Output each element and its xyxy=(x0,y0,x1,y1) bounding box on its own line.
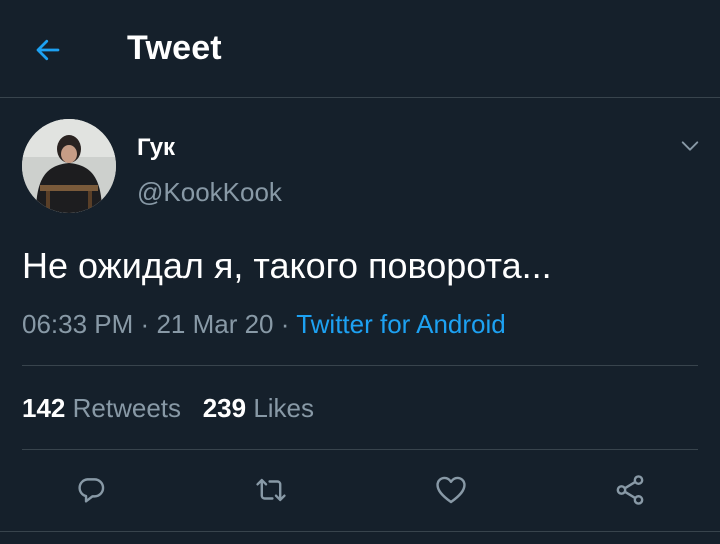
retweets-stat[interactable]: 142 Retweets xyxy=(22,393,181,423)
like-icon xyxy=(436,476,466,504)
divider xyxy=(0,531,720,532)
tweet-stats: 142 Retweets 239 Likes xyxy=(22,393,314,424)
retweets-label: Retweets xyxy=(72,393,182,423)
tweet-source-link[interactable]: Twitter for Android xyxy=(296,309,506,339)
divider xyxy=(22,365,698,366)
meta-separator: · xyxy=(140,309,150,339)
reply-button[interactable] xyxy=(71,470,111,510)
likes-label: Likes xyxy=(253,393,315,423)
avatar-photo xyxy=(22,119,116,213)
top-bar: Tweet xyxy=(0,0,720,98)
page-title: Tweet xyxy=(127,29,222,67)
tweet-text: Не ожидал я, такого поворота... xyxy=(22,245,552,286)
tweet-time: 06:33 PM xyxy=(22,309,134,339)
author-handle[interactable]: @KookKook xyxy=(137,177,282,208)
meta-separator: · xyxy=(280,309,290,339)
divider xyxy=(22,449,698,450)
avatar[interactable] xyxy=(22,119,116,213)
action-bar xyxy=(0,462,720,518)
like-button[interactable] xyxy=(431,470,471,510)
tweet-menu-button[interactable] xyxy=(676,132,704,160)
likes-count: 239 xyxy=(202,393,247,423)
share-button[interactable] xyxy=(610,470,650,510)
likes-stat[interactable]: 239 Likes xyxy=(203,393,314,423)
retweet-icon xyxy=(256,478,286,502)
reply-icon xyxy=(78,478,105,503)
share-icon xyxy=(616,475,644,505)
chevron-down-icon xyxy=(681,141,699,151)
retweet-button[interactable] xyxy=(251,470,291,510)
tweet-date: 21 Mar 20 xyxy=(156,309,274,339)
author-name[interactable]: Гук xyxy=(137,134,175,162)
back-button[interactable] xyxy=(28,30,68,70)
retweets-count: 142 xyxy=(22,393,66,423)
tweet-meta: 06:33 PM · 21 Mar 20 · Twitter for Andro… xyxy=(22,309,506,340)
arrow-left-icon xyxy=(36,39,60,61)
